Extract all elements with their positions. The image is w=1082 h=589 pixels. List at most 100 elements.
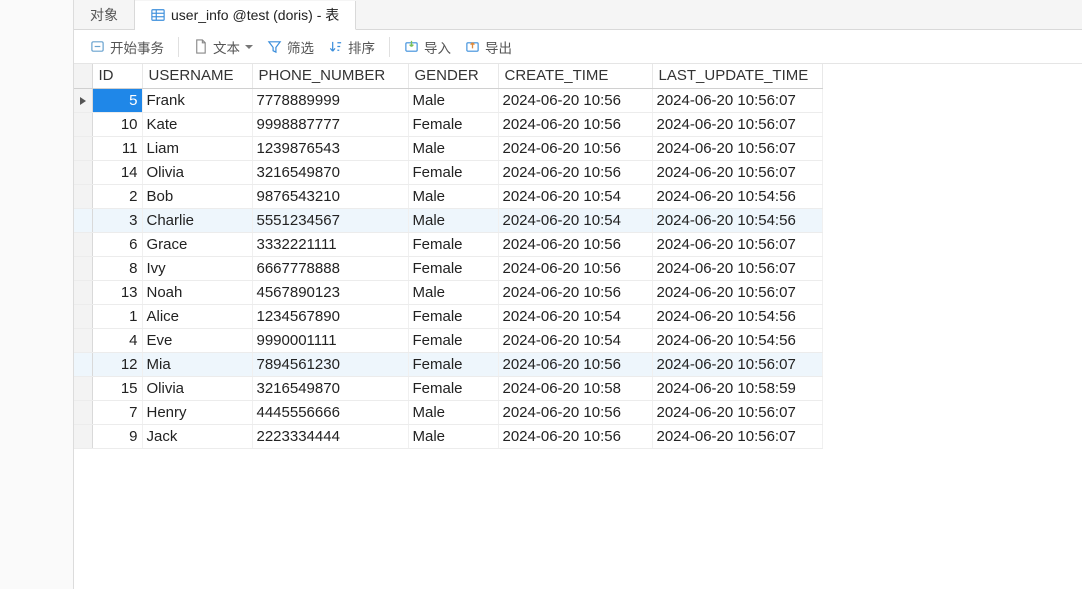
cell-phone[interactable]: 9876543210: [252, 185, 408, 209]
cell-username[interactable]: Alice: [142, 305, 252, 329]
table-row[interactable]: 10Kate9998887777Female2024-06-20 10:5620…: [74, 113, 822, 137]
sort-button[interactable]: 排序: [326, 35, 377, 59]
cell-phone[interactable]: 7894561230: [252, 353, 408, 377]
cell-create-time[interactable]: 2024-06-20 10:56: [498, 401, 652, 425]
cell-username[interactable]: Olivia: [142, 161, 252, 185]
cell-gender[interactable]: Female: [408, 329, 498, 353]
cell-phone[interactable]: 4567890123: [252, 281, 408, 305]
cell-gender[interactable]: Male: [408, 137, 498, 161]
table-row[interactable]: 7Henry4445556666Male2024-06-20 10:562024…: [74, 401, 822, 425]
cell-phone[interactable]: 5551234567: [252, 209, 408, 233]
cell-update-time[interactable]: 2024-06-20 10:56:07: [652, 137, 822, 161]
cell-update-time[interactable]: 2024-06-20 10:58:59: [652, 377, 822, 401]
cell-update-time[interactable]: 2024-06-20 10:56:07: [652, 161, 822, 185]
cell-gender[interactable]: Female: [408, 257, 498, 281]
cell-gender[interactable]: Male: [408, 89, 498, 113]
cell-phone[interactable]: 9990001111: [252, 329, 408, 353]
cell-gender[interactable]: Female: [408, 233, 498, 257]
col-header-phone[interactable]: PHONE_NUMBER: [252, 64, 408, 89]
cell-gender[interactable]: Female: [408, 377, 498, 401]
row-indicator[interactable]: [74, 89, 92, 113]
cell-update-time[interactable]: 2024-06-20 10:56:07: [652, 353, 822, 377]
cell-id[interactable]: 6: [92, 233, 142, 257]
cell-username[interactable]: Ivy: [142, 257, 252, 281]
cell-id[interactable]: 2: [92, 185, 142, 209]
cell-gender[interactable]: Female: [408, 161, 498, 185]
table-row[interactable]: 13Noah4567890123Male2024-06-20 10:562024…: [74, 281, 822, 305]
cell-update-time[interactable]: 2024-06-20 10:54:56: [652, 329, 822, 353]
cell-id[interactable]: 15: [92, 377, 142, 401]
cell-id[interactable]: 8: [92, 257, 142, 281]
cell-id[interactable]: 7: [92, 401, 142, 425]
cell-create-time[interactable]: 2024-06-20 10:56: [498, 425, 652, 449]
row-indicator[interactable]: [74, 209, 92, 233]
cell-username[interactable]: Henry: [142, 401, 252, 425]
cell-id[interactable]: 9: [92, 425, 142, 449]
cell-gender[interactable]: Male: [408, 185, 498, 209]
row-indicator[interactable]: [74, 185, 92, 209]
table-row[interactable]: 1Alice1234567890Female2024-06-20 10:5420…: [74, 305, 822, 329]
cell-id[interactable]: 1: [92, 305, 142, 329]
row-indicator[interactable]: [74, 257, 92, 281]
cell-update-time[interactable]: 2024-06-20 10:56:07: [652, 401, 822, 425]
tab-active-table[interactable]: user_info @test (doris) - 表: [135, 1, 356, 30]
cell-phone[interactable]: 3216549870: [252, 161, 408, 185]
row-indicator[interactable]: [74, 425, 92, 449]
cell-update-time[interactable]: 2024-06-20 10:56:07: [652, 89, 822, 113]
cell-update-time[interactable]: 2024-06-20 10:54:56: [652, 305, 822, 329]
cell-gender[interactable]: Female: [408, 353, 498, 377]
table-row[interactable]: 3Charlie5551234567Male2024-06-20 10:5420…: [74, 209, 822, 233]
cell-id[interactable]: 5: [92, 89, 142, 113]
cell-username[interactable]: Jack: [142, 425, 252, 449]
table-row[interactable]: 6Grace3332221111Female2024-06-20 10:5620…: [74, 233, 822, 257]
row-indicator[interactable]: [74, 353, 92, 377]
cell-create-time[interactable]: 2024-06-20 10:54: [498, 329, 652, 353]
row-header-corner[interactable]: [74, 64, 92, 89]
cell-username[interactable]: Frank: [142, 89, 252, 113]
cell-id[interactable]: 10: [92, 113, 142, 137]
cell-create-time[interactable]: 2024-06-20 10:56: [498, 233, 652, 257]
cell-phone[interactable]: 7778889999: [252, 89, 408, 113]
cell-create-time[interactable]: 2024-06-20 10:56: [498, 353, 652, 377]
cell-id[interactable]: 3: [92, 209, 142, 233]
col-header-id[interactable]: ID: [92, 64, 142, 89]
cell-username[interactable]: Olivia: [142, 377, 252, 401]
row-indicator[interactable]: [74, 281, 92, 305]
filter-button[interactable]: 筛选: [265, 35, 316, 59]
row-indicator[interactable]: [74, 401, 92, 425]
text-mode-button[interactable]: 文本: [191, 35, 255, 59]
cell-username[interactable]: Charlie: [142, 209, 252, 233]
cell-create-time[interactable]: 2024-06-20 10:56: [498, 161, 652, 185]
grid-scroll-area[interactable]: ID USERNAME PHONE_NUMBER GENDER CREATE_T…: [74, 64, 1082, 589]
col-header-username[interactable]: USERNAME: [142, 64, 252, 89]
cell-create-time[interactable]: 2024-06-20 10:54: [498, 209, 652, 233]
cell-create-time[interactable]: 2024-06-20 10:56: [498, 137, 652, 161]
cell-phone[interactable]: 6667778888: [252, 257, 408, 281]
table-row[interactable]: 11Liam1239876543Male2024-06-20 10:562024…: [74, 137, 822, 161]
cell-id[interactable]: 12: [92, 353, 142, 377]
row-indicator[interactable]: [74, 329, 92, 353]
cell-update-time[interactable]: 2024-06-20 10:54:56: [652, 209, 822, 233]
cell-gender[interactable]: Male: [408, 401, 498, 425]
cell-gender[interactable]: Male: [408, 281, 498, 305]
cell-username[interactable]: Kate: [142, 113, 252, 137]
row-indicator[interactable]: [74, 305, 92, 329]
table-row[interactable]: 8Ivy6667778888Female2024-06-20 10:562024…: [74, 257, 822, 281]
cell-username[interactable]: Liam: [142, 137, 252, 161]
col-header-create-time[interactable]: CREATE_TIME: [498, 64, 652, 89]
cell-create-time[interactable]: 2024-06-20 10:58: [498, 377, 652, 401]
tab-objects[interactable]: 对象: [74, 0, 135, 29]
cell-update-time[interactable]: 2024-06-20 10:56:07: [652, 281, 822, 305]
cell-update-time[interactable]: 2024-06-20 10:56:07: [652, 233, 822, 257]
cell-username[interactable]: Grace: [142, 233, 252, 257]
export-button[interactable]: 导出: [463, 35, 514, 59]
cell-update-time[interactable]: 2024-06-20 10:54:56: [652, 185, 822, 209]
import-button[interactable]: 导入: [402, 35, 453, 59]
cell-create-time[interactable]: 2024-06-20 10:56: [498, 281, 652, 305]
cell-gender[interactable]: Female: [408, 113, 498, 137]
col-header-gender[interactable]: GENDER: [408, 64, 498, 89]
cell-username[interactable]: Bob: [142, 185, 252, 209]
col-header-update-time[interactable]: LAST_UPDATE_TIME: [652, 64, 822, 89]
cell-phone[interactable]: 3332221111: [252, 233, 408, 257]
row-indicator[interactable]: [74, 377, 92, 401]
